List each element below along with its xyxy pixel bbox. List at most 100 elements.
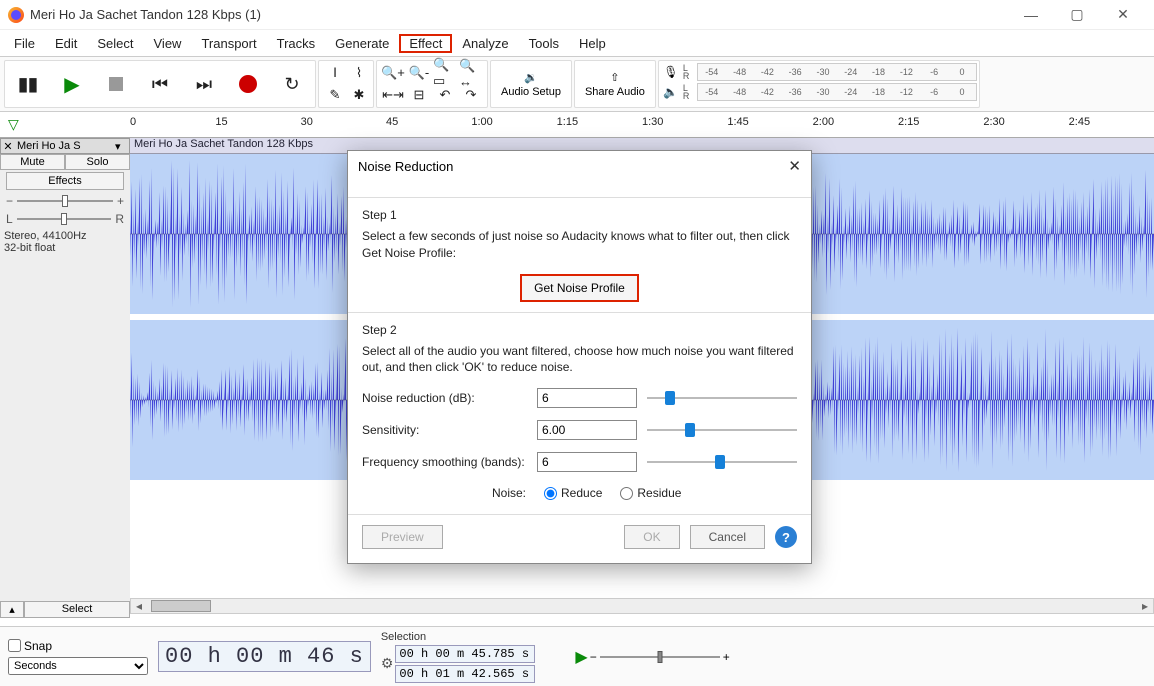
fit-project-icon[interactable]: 🔍↔ xyxy=(459,63,483,83)
skip-start-button[interactable]: ⏮ xyxy=(139,63,181,105)
snap-checkbox[interactable]: Snap xyxy=(8,639,148,653)
zoom-out-icon[interactable]: 🔍- xyxy=(407,63,431,83)
zoom-in-icon[interactable]: 🔍+ xyxy=(381,63,405,83)
playhead-pin-icon[interactable]: ▽ xyxy=(8,116,19,133)
multi-tool-icon[interactable]: ✱ xyxy=(347,85,371,105)
trim-icon[interactable]: ⇤⇥ xyxy=(381,85,405,105)
menu-generate[interactable]: Generate xyxy=(325,34,399,53)
play-speed-slider[interactable]: − + xyxy=(600,656,720,658)
pause-button[interactable]: ▮▮ xyxy=(7,63,49,105)
menu-tools[interactable]: Tools xyxy=(519,34,569,53)
pan-slider[interactable]: L R xyxy=(0,210,130,228)
help-button[interactable]: ? xyxy=(775,526,797,548)
scroll-right-icon[interactable]: ▸ xyxy=(1137,599,1153,613)
residue-radio[interactable]: Residue xyxy=(620,486,681,500)
skip-end-button[interactable]: ⏭ xyxy=(183,63,225,105)
share-audio-button[interactable]: ⇧ Share Audio xyxy=(574,60,656,108)
selection-settings-icon[interactable]: ⚙ xyxy=(381,655,394,672)
edit-tools: Ⅰ ⌇ ✎ ✱ xyxy=(318,60,374,108)
menu-analyze[interactable]: Analyze xyxy=(452,34,518,53)
audio-setup-label: Audio Setup xyxy=(501,86,561,98)
sensitivity-label: Sensitivity: xyxy=(362,423,527,437)
envelope-tool-icon[interactable]: ⌇ xyxy=(347,63,371,83)
menu-effect[interactable]: Effect xyxy=(399,34,452,53)
reduce-radio[interactable]: Reduce xyxy=(544,486,602,500)
menu-help[interactable]: Help xyxy=(569,34,616,53)
step2-label: Step 2 xyxy=(362,323,797,337)
get-noise-profile-button[interactable]: Get Noise Profile xyxy=(520,274,639,302)
mute-button[interactable]: Mute xyxy=(0,154,65,170)
audio-setup-button[interactable]: 🔉 Audio Setup xyxy=(490,60,572,108)
noise-reduction-dialog: Noise Reduction ✕ Step 1 Select a few se… xyxy=(347,150,812,564)
selection-start-input[interactable] xyxy=(395,645,535,663)
track-menu-icon[interactable]: ▾ xyxy=(115,140,129,153)
record-meter[interactable]: -54-48-42-36-30-24-18-12-60 xyxy=(697,63,977,81)
noise-mode-label: Noise: xyxy=(492,486,526,500)
toolbar: ▮▮ ▶ ⏮ ⏭ ↻ Ⅰ ⌇ ✎ ✱ 🔍+ 🔍- 🔍▭ 🔍↔ ⇤⇥ ⊟ ↶ ↷ … xyxy=(0,56,1154,112)
dialog-close-icon[interactable]: ✕ xyxy=(788,157,801,175)
rec-lr-label: LR xyxy=(683,64,695,80)
level-meters: 🎙 LR -54-48-42-36-30-24-18-12-60 🔈 LR -5… xyxy=(658,60,980,108)
timeline-ruler[interactable]: ▽ 01530451:001:151:301:452:002:152:302:4… xyxy=(0,112,1154,138)
step1-description: Select a few seconds of just noise so Au… xyxy=(362,228,797,262)
track-header[interactable]: ✕ Meri Ho Ja S ▾ xyxy=(0,138,130,154)
selection-end-input[interactable] xyxy=(395,665,535,683)
scrollbar-thumb[interactable] xyxy=(151,600,211,612)
gain-slider[interactable]: − + xyxy=(0,192,130,210)
play-at-speed-button[interactable]: ▶ xyxy=(575,647,587,667)
menu-file[interactable]: File xyxy=(4,34,45,53)
time-position-display[interactable]: 00 h 00 m 46 s xyxy=(158,641,371,672)
frequency-smoothing-input[interactable] xyxy=(537,452,637,472)
frequency-smoothing-label: Frequency smoothing (bands): xyxy=(362,455,527,469)
record-button[interactable] xyxy=(227,63,269,105)
maximize-button[interactable]: ▢ xyxy=(1054,0,1100,30)
snap-units-select[interactable]: Seconds xyxy=(8,657,148,675)
silence-icon[interactable]: ⊟ xyxy=(407,85,431,105)
undo-icon[interactable]: ↶ xyxy=(433,85,457,105)
selection-tool-icon[interactable]: Ⅰ xyxy=(323,63,347,83)
menu-edit[interactable]: Edit xyxy=(45,34,87,53)
mic-icon[interactable]: 🎙 xyxy=(661,65,681,79)
preview-button[interactable]: Preview xyxy=(362,525,443,549)
fit-selection-icon[interactable]: 🔍▭ xyxy=(433,63,457,83)
transport-controls: ▮▮ ▶ ⏮ ⏭ ↻ xyxy=(4,60,316,108)
minimize-button[interactable]: — xyxy=(1008,0,1054,30)
step2-description: Select all of the audio you want filtere… xyxy=(362,343,797,377)
solo-button[interactable]: Solo xyxy=(65,154,130,170)
track-name[interactable]: Meri Ho Ja S xyxy=(15,139,115,153)
menu-transport[interactable]: Transport xyxy=(191,34,266,53)
app-logo-icon xyxy=(8,7,24,23)
sensitivity-slider[interactable] xyxy=(647,422,797,438)
scroll-left-icon[interactable]: ◂ xyxy=(131,599,147,613)
menu-bar: File Edit Select View Transport Tracks G… xyxy=(0,30,1154,56)
share-audio-label: Share Audio xyxy=(585,86,645,98)
play-lr-label: LR xyxy=(683,84,695,100)
share-icon: ⇧ xyxy=(610,71,619,84)
loop-button[interactable]: ↻ xyxy=(271,63,313,105)
menu-select[interactable]: Select xyxy=(87,34,143,53)
collapse-track-icon[interactable]: ▴ xyxy=(0,601,24,618)
redo-icon[interactable]: ↷ xyxy=(459,85,483,105)
stop-button[interactable] xyxy=(95,63,137,105)
select-track-button[interactable]: Select xyxy=(24,601,130,618)
play-button[interactable]: ▶ xyxy=(51,63,93,105)
noise-reduction-label: Noise reduction (dB): xyxy=(362,391,527,405)
horizontal-scrollbar[interactable]: ◂ ▸ xyxy=(130,598,1154,614)
close-track-icon[interactable]: ✕ xyxy=(1,140,15,153)
noise-reduction-input[interactable] xyxy=(537,388,637,408)
cancel-button[interactable]: Cancel xyxy=(690,525,765,549)
track-format-info: Stereo, 44100Hz 32-bit float xyxy=(0,228,130,256)
effects-button[interactable]: Effects xyxy=(6,172,124,190)
draw-tool-icon[interactable]: ✎ xyxy=(323,85,347,105)
play-at-speed: ▶ − + xyxy=(575,647,719,667)
menu-view[interactable]: View xyxy=(144,34,192,53)
close-window-button[interactable]: ✕ xyxy=(1100,0,1146,30)
menu-tracks[interactable]: Tracks xyxy=(267,34,326,53)
noise-reduction-slider[interactable] xyxy=(647,390,797,406)
ok-button[interactable]: OK xyxy=(624,525,679,549)
sensitivity-input[interactable] xyxy=(537,420,637,440)
playback-meter[interactable]: -54-48-42-36-30-24-18-12-60 xyxy=(697,83,977,101)
frequency-smoothing-slider[interactable] xyxy=(647,454,797,470)
speaker-meter-icon[interactable]: 🔈 xyxy=(661,85,681,99)
dialog-title: Noise Reduction xyxy=(358,159,453,174)
